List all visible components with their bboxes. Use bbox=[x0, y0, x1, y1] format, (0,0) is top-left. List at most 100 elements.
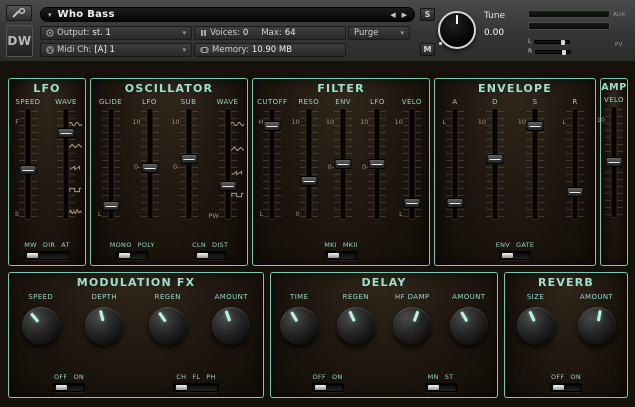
slider-handle-env-release[interactable] bbox=[567, 187, 584, 197]
knob-label: AMOUNT bbox=[580, 293, 613, 301]
switch-label: ON bbox=[332, 373, 343, 381]
purge-label: Purge bbox=[354, 28, 378, 38]
slider-handle-osc-sub[interactable] bbox=[180, 154, 197, 164]
slider-handle-env-attack[interactable] bbox=[447, 198, 464, 208]
slider-track-env-decay[interactable]: 10 bbox=[482, 109, 508, 219]
slider-handle-filter-cutoff[interactable] bbox=[264, 121, 281, 131]
level-meter-left bbox=[528, 10, 610, 18]
slider-track-filter-cutoff[interactable]: HL bbox=[259, 109, 285, 219]
slider-track-filter-lfo[interactable]: 100- bbox=[364, 109, 390, 219]
mute-button[interactable]: M bbox=[420, 43, 435, 56]
pan-row-right: R bbox=[528, 48, 571, 55]
slider-groove bbox=[573, 109, 578, 219]
slider-track-amp-velo[interactable]: 10 bbox=[601, 107, 627, 217]
memory-display: Memory: 10.90 MB bbox=[194, 43, 346, 57]
chevron-down-icon: ▾ bbox=[400, 29, 404, 37]
slider-handle-filter-reso[interactable] bbox=[300, 176, 317, 186]
saw-wave-icon bbox=[231, 169, 244, 176]
output-label: Output: bbox=[57, 28, 89, 38]
tick-label: L bbox=[393, 210, 403, 218]
slider-lfo-speed: SPEEDFS bbox=[15, 98, 41, 219]
switch-body-modfx-power[interactable] bbox=[53, 383, 85, 392]
switch-body-osc-drive[interactable] bbox=[194, 251, 226, 260]
slider-osc-glide: GLIDEL bbox=[98, 98, 124, 219]
slider-track-filter-reso[interactable]: 100 bbox=[296, 109, 322, 219]
meter-l-label: L bbox=[528, 38, 531, 45]
slider-handle-filter-velo[interactable] bbox=[403, 198, 420, 208]
slider-track-env-attack[interactable]: L bbox=[442, 109, 468, 219]
slider-track-lfo-speed[interactable]: FS bbox=[15, 109, 41, 219]
switch-body-modfx-type[interactable] bbox=[173, 383, 219, 392]
knob-control-modfx-speed[interactable] bbox=[22, 307, 60, 345]
knob-control-delay-time[interactable] bbox=[280, 307, 318, 345]
switch-delay-power: OFFON bbox=[312, 373, 344, 392]
switch-body-filter-model[interactable] bbox=[325, 251, 357, 260]
knob-control-modfx-regen[interactable] bbox=[149, 307, 187, 345]
slider-handle-env-decay[interactable] bbox=[487, 154, 504, 164]
switch-handle bbox=[428, 385, 439, 390]
knob-control-delay-regen[interactable] bbox=[337, 307, 375, 345]
knob-reverb-size: SIZE bbox=[517, 293, 555, 345]
tick-label: 0- bbox=[131, 163, 141, 171]
next-instrument-icon[interactable]: ▶ bbox=[402, 11, 407, 19]
tune-value: 0.00 bbox=[484, 28, 504, 38]
solo-button[interactable]: S bbox=[420, 8, 435, 21]
knob-control-delay-hfdamp[interactable] bbox=[393, 307, 431, 345]
tick-label: 10 bbox=[290, 118, 300, 126]
knob-control-modfx-depth[interactable] bbox=[85, 307, 123, 345]
slider-handle-filter-env[interactable] bbox=[335, 159, 352, 169]
switch-body-env-mode[interactable] bbox=[499, 251, 531, 260]
prev-instrument-icon[interactable]: ◀ bbox=[390, 11, 395, 19]
slider-handle-osc-wave[interactable] bbox=[219, 181, 236, 191]
tune-knob[interactable] bbox=[438, 11, 476, 49]
tick-label: 0- bbox=[324, 163, 334, 171]
modulation-fx-knobs: SPEEDDEPTHREGENAMOUNT bbox=[9, 293, 263, 345]
knob-control-modfx-amount[interactable] bbox=[212, 307, 250, 345]
midi-channel-selector[interactable]: Midi Ch: [A] 1 ▾ bbox=[40, 43, 192, 57]
square-wave-icon bbox=[69, 187, 82, 194]
knob-reverb-amount: AMOUNT bbox=[578, 293, 616, 345]
modulation-fx-panel-title: MODULATION FX bbox=[9, 276, 263, 289]
mini-fader-left[interactable] bbox=[534, 40, 570, 44]
slider-handle-amp-velo[interactable] bbox=[606, 157, 623, 167]
switch-body-delay-power[interactable] bbox=[312, 383, 344, 392]
slider-handle-lfo-speed[interactable] bbox=[20, 165, 37, 175]
knob-pointer bbox=[141, 300, 194, 353]
switch-body-reverb-power[interactable] bbox=[550, 383, 582, 392]
slider-track-osc-sub[interactable]: 100- bbox=[176, 109, 202, 219]
slider-track-osc-lfo[interactable]: 100- bbox=[137, 109, 163, 219]
slider-handle-osc-glide[interactable] bbox=[102, 201, 119, 211]
mini-fader-right-handle[interactable] bbox=[562, 50, 566, 55]
switch-label: CH bbox=[176, 373, 186, 381]
slider-track-env-release[interactable]: L bbox=[562, 109, 588, 219]
minimize-arrow-icon[interactable]: ▾ bbox=[48, 11, 52, 19]
purge-menu[interactable]: Purge ▾ bbox=[348, 26, 410, 40]
instrument-title-bar[interactable]: ▾ Who Bass ◀ ▶ bbox=[40, 7, 415, 22]
slider-track-filter-env[interactable]: 100- bbox=[330, 109, 356, 219]
slider-handle-env-sustain[interactable] bbox=[527, 121, 544, 131]
knob-pointer bbox=[443, 300, 495, 352]
switch-handle bbox=[56, 385, 67, 390]
slider-track-lfo-wave[interactable] bbox=[53, 109, 79, 219]
slider-track-osc-glide[interactable]: L bbox=[98, 109, 124, 219]
mini-fader-right[interactable] bbox=[535, 50, 571, 54]
switch-body-osc-voice-mode[interactable] bbox=[116, 251, 148, 260]
switch-body-delay-width[interactable] bbox=[425, 383, 457, 392]
slider-handle-osc-lfo[interactable] bbox=[141, 163, 158, 173]
slider-track-filter-velo[interactable]: 10L bbox=[399, 109, 425, 219]
knob-control-delay-amount[interactable] bbox=[450, 307, 488, 345]
switch-label: OFF bbox=[551, 373, 565, 381]
knob-control-reverb-size[interactable] bbox=[517, 307, 555, 345]
slider-track-osc-wave[interactable]: PW bbox=[215, 109, 241, 219]
knob-control-reverb-amount[interactable] bbox=[578, 307, 616, 345]
envelope-switches: ENVGATE bbox=[435, 241, 595, 260]
output-selector[interactable]: Output: st. 1 ▾ bbox=[40, 26, 192, 40]
slider-handle-lfo-wave[interactable] bbox=[58, 128, 75, 138]
delay-panel-title: DELAY bbox=[271, 276, 497, 289]
edit-instrument-button[interactable] bbox=[6, 5, 32, 21]
mini-fader-left-handle[interactable] bbox=[561, 40, 565, 45]
slider-track-env-sustain[interactable]: 10 bbox=[522, 109, 548, 219]
knob-label: AMOUNT bbox=[215, 293, 248, 301]
slider-handle-filter-lfo[interactable] bbox=[369, 159, 386, 169]
switch-body-lfo-trigger[interactable] bbox=[24, 251, 70, 260]
